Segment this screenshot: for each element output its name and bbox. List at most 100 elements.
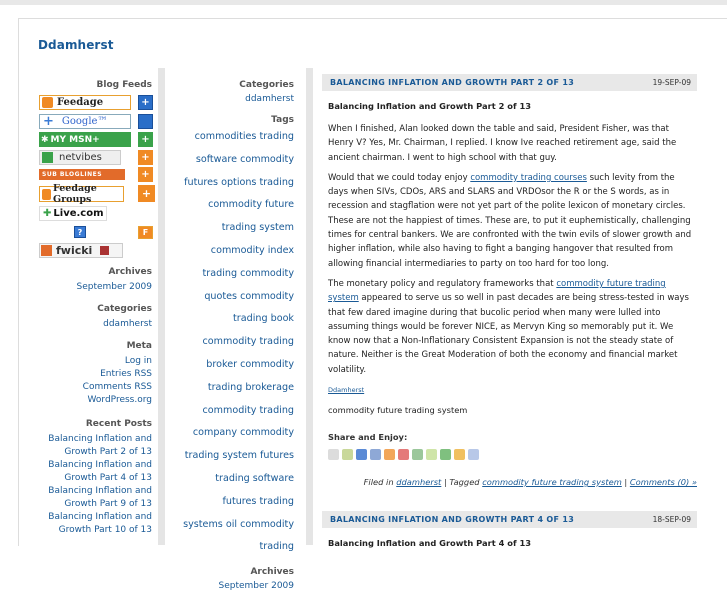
categories-heading-2: Categories [239, 80, 294, 90]
add-orange-button[interactable]: + [138, 150, 153, 165]
newsgator-button[interactable] [138, 114, 153, 129]
digg-icon[interactable] [328, 449, 339, 461]
google-button[interactable]: + Google™ [39, 114, 131, 129]
tag-line[interactable]: trading commodity [172, 263, 294, 286]
tag-line[interactable]: trading system futures [172, 445, 294, 468]
feed-label-fwicki: fwicki [56, 244, 93, 257]
netvibes-button[interactable]: netvibes [39, 150, 121, 165]
tag-line[interactable]: trading book [172, 308, 294, 331]
tag-cloud: commodities trading software commodity f… [172, 126, 294, 559]
archives-link-2[interactable]: September 2009 [172, 581, 294, 591]
delicious-icon[interactable] [356, 449, 367, 461]
myspace-icon[interactable] [398, 449, 409, 461]
feed-label-bloglines: SUB BLOGLINES [42, 171, 103, 178]
add-green-button[interactable]: + [138, 132, 153, 147]
site-title[interactable]: Ddamherst [38, 38, 114, 52]
categories-link-2[interactable]: ddamherst [172, 94, 294, 104]
plus-icon: + [43, 114, 54, 129]
add-orange-button-2[interactable]: + [138, 167, 153, 182]
archives-link[interactable]: September 2009 [36, 282, 152, 292]
paragraph-text: The monetary policy and regulatory frame… [328, 278, 557, 289]
tag-line[interactable]: broker commodity [172, 354, 294, 377]
sidebar-divider-left [158, 68, 165, 545]
recent-post-link[interactable]: Balancing Inflation and [36, 511, 152, 524]
tag-line[interactable]: futures trading [172, 491, 295, 514]
add-orange-button-3[interactable]: + [138, 185, 155, 202]
live-button[interactable]: ✚ Live.com [39, 206, 107, 221]
recent-post-link[interactable]: Balancing Inflation and [36, 433, 152, 446]
recent-post-link[interactable]: Growth Part 9 of 13 [36, 498, 152, 511]
recent-post-link[interactable]: Balancing Inflation and [36, 485, 152, 498]
blogger-icon[interactable] [384, 449, 395, 461]
categories-heading: Categories [97, 304, 152, 314]
yahoo-icon[interactable] [454, 449, 465, 461]
tag-line[interactable]: quotes commodity [172, 286, 294, 309]
meta-login-link[interactable]: Log in [36, 355, 152, 368]
fwicki-button[interactable]: fwicki [39, 243, 123, 258]
recent-post-link[interactable]: Growth Part 2 of 13 [36, 446, 152, 459]
post-footer: Filed in ddamherst | Tagged commodity fu… [322, 477, 697, 487]
bloglines-button[interactable]: SUB BLOGLINES [39, 169, 125, 180]
filed-category-link[interactable]: ddamherst [396, 477, 441, 487]
comments-link[interactable]: Comments (0) » [630, 477, 697, 487]
bz-icon[interactable] [342, 449, 353, 461]
recent-post-link[interactable]: Growth Part 4 of 13 [36, 472, 152, 485]
sidebar-left-lower: Archives September 2009 Categories ddamh… [36, 267, 152, 537]
post-title-link-2[interactable]: BALANCING INFLATION AND GROWTH PART 4 OF… [330, 515, 574, 524]
share-label: Share and Enjoy: [328, 432, 408, 443]
meta-entries-rss-link[interactable]: Entries RSS [36, 368, 152, 381]
live-plus-icon: ✚ [43, 208, 52, 219]
feedage-groups-button[interactable]: Feedage Groups [39, 183, 124, 205]
recent-posts-list: Balancing Inflation and Growth Part 2 of… [36, 433, 152, 537]
filed-mid: | Tagged [441, 477, 483, 488]
feed-label-live: Live.com [53, 208, 104, 219]
tag-line[interactable]: software commodity [172, 149, 294, 172]
feedage-button[interactable]: Feedage [39, 95, 131, 110]
page: Ddamherst Blog Feeds Feedage + + Google™… [0, 0, 727, 591]
tag-line[interactable]: futures options trading [172, 172, 294, 195]
post-paragraph: The monetary policy and regulatory frame… [328, 277, 697, 377]
add-button[interactable]: + [138, 95, 153, 110]
fwicki-mark-icon [100, 246, 110, 255]
meta-comments-rss-link[interactable]: Comments RSS [36, 381, 152, 394]
msn-button[interactable]: ✱ MY MSN+ [39, 132, 131, 147]
post-title-link[interactable]: BALANCING INFLATION AND GROWTH PART 2 OF… [330, 78, 574, 87]
author-link[interactable]: Ddamherst [328, 386, 697, 394]
rss-small-button[interactable]: F [138, 226, 153, 239]
post-tags-text: commodity future trading system [328, 405, 468, 416]
tag-line[interactable]: trading [172, 536, 294, 559]
tag-line[interactable]: trading system [172, 217, 294, 240]
tag-line[interactable]: commodity index [172, 240, 294, 263]
filed-tag-link[interactable]: commodity future trading system [482, 477, 622, 487]
technorati-icon[interactable] [426, 449, 437, 461]
tag-line[interactable]: trading brokerage [172, 377, 294, 400]
inline-link[interactable]: commodity trading courses [470, 173, 587, 183]
stumble-icon[interactable] [440, 449, 451, 461]
recent-post-link[interactable]: Balancing Inflation and [36, 459, 152, 472]
paragraph-text: appeared to serve us so well in past dec… [328, 293, 689, 375]
tag-line[interactable]: trading software [172, 468, 294, 491]
google-icon[interactable] [468, 449, 479, 461]
feed-label-google: Google™ [61, 116, 108, 127]
post-header-2: BALANCING INFLATION AND GROWTH PART 4 OF… [322, 511, 697, 529]
help-button[interactable]: ? [74, 226, 86, 238]
recent-posts-heading: Recent Posts [85, 419, 152, 429]
share-icons [328, 445, 697, 464]
tag-line[interactable]: commodity trading [172, 400, 294, 423]
tag-line[interactable]: commodity trading [172, 331, 294, 354]
feed-label-feedage-groups: Feedage Groups [53, 183, 97, 205]
evernote-icon[interactable] [412, 449, 423, 461]
tag-line[interactable]: company commodity [172, 422, 294, 445]
recent-post-link[interactable]: Growth Part 10 of 13 [36, 524, 152, 537]
blog-feeds-heading: Blog Feeds [96, 80, 153, 90]
facebook-icon[interactable] [370, 449, 381, 461]
categories-link[interactable]: ddamherst [36, 319, 152, 329]
tag-line[interactable]: systems oil commodity [172, 514, 294, 537]
feed-label-netvibes: netvibes [59, 152, 102, 163]
tag-line[interactable]: commodities trading [172, 126, 294, 149]
filed-prefix: Filed in [363, 477, 397, 488]
netvibes-icon [42, 152, 53, 163]
tag-line[interactable]: commodity future [172, 194, 294, 217]
fwicki-icon [41, 245, 52, 256]
meta-wordpress-link[interactable]: WordPress.org [36, 394, 152, 407]
